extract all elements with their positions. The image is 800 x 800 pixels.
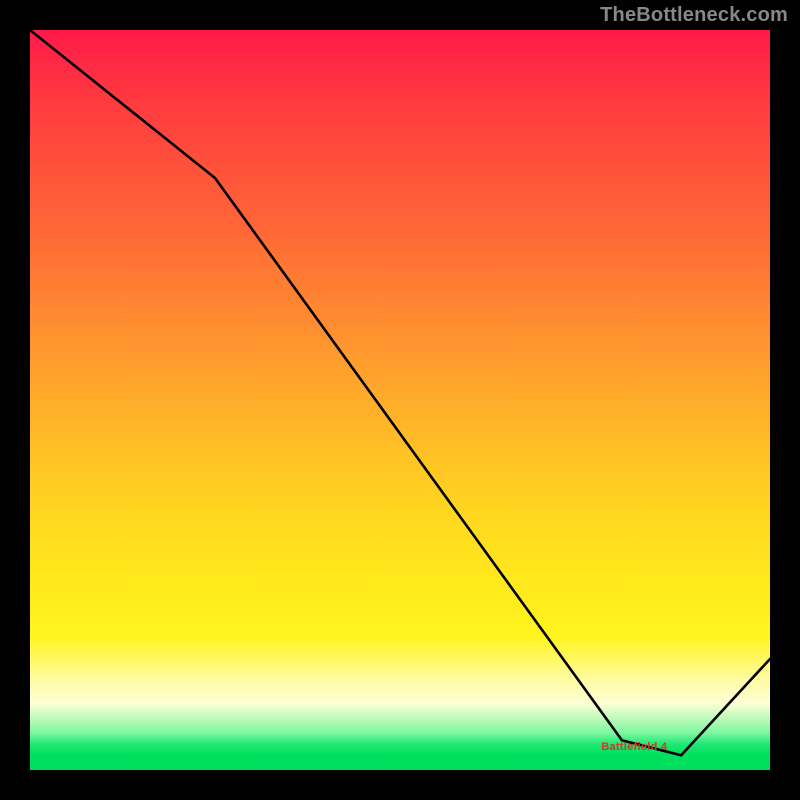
chart-container: TheBottleneck.com Battlefield 4 bbox=[0, 0, 800, 800]
curve-layer bbox=[30, 30, 770, 770]
series-label: Battlefield 4 bbox=[601, 741, 667, 753]
attribution-label: TheBottleneck.com bbox=[600, 4, 788, 27]
bottleneck-curve bbox=[30, 30, 770, 755]
plot-area: Battlefield 4 bbox=[30, 30, 770, 770]
